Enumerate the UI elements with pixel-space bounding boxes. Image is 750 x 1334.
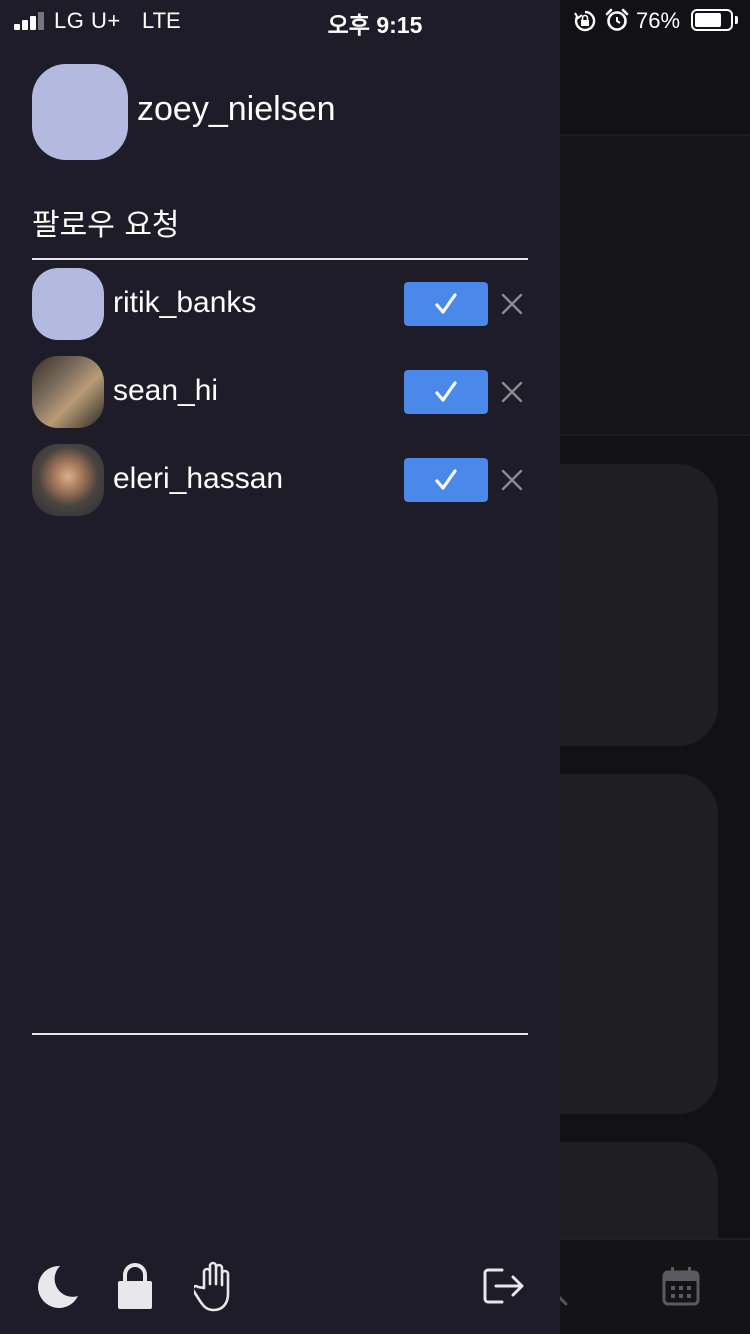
lock-icon[interactable]: [116, 1262, 154, 1310]
divider: [32, 1033, 528, 1035]
follow-request-row: ritik_banks: [0, 268, 560, 356]
battery-percentage: 76%: [636, 8, 681, 33]
alarm-icon: [605, 8, 629, 31]
calendar-icon[interactable]: [662, 1266, 700, 1306]
follow-request-list: ritik_banks sean_hi eleri_hassan: [0, 268, 560, 532]
close-icon[interactable]: [500, 292, 524, 316]
divider: [32, 258, 528, 260]
check-icon: [435, 381, 457, 402]
request-username[interactable]: sean_hi: [113, 374, 218, 408]
follow-request-row: eleri_hassan: [0, 444, 560, 532]
battery-icon: [691, 9, 739, 31]
hand-icon[interactable]: [194, 1260, 238, 1312]
check-icon: [435, 293, 457, 314]
status-bar: LG U+ LTE 오후 9:15 76%: [0, 0, 750, 40]
accept-button[interactable]: [404, 282, 488, 326]
check-icon: [435, 469, 457, 490]
side-drawer: zoey_nielsen 팔로우 요청 ritik_banks sean_hi: [0, 0, 560, 1334]
moon-icon[interactable]: [34, 1264, 80, 1310]
avatar[interactable]: [32, 268, 104, 340]
close-icon[interactable]: [500, 380, 524, 404]
orientation-lock-icon: [574, 10, 596, 32]
logout-icon[interactable]: [482, 1266, 526, 1306]
avatar[interactable]: [32, 356, 104, 428]
follow-requests-title: 팔로우 요청: [32, 208, 180, 243]
background-tabbar: [560, 1238, 750, 1334]
profile-avatar[interactable]: [32, 64, 128, 160]
close-icon[interactable]: [500, 468, 524, 492]
background-section: [560, 136, 750, 436]
follow-request-row: sean_hi: [0, 356, 560, 444]
request-username[interactable]: ritik_banks: [113, 286, 256, 320]
drawer-bottom-bar: [0, 1250, 560, 1334]
profile-username[interactable]: zoey_nielsen: [137, 90, 335, 129]
request-username[interactable]: eleri_hassan: [113, 462, 283, 496]
avatar[interactable]: [32, 444, 104, 516]
accept-button[interactable]: [404, 370, 488, 414]
accept-button[interactable]: [404, 458, 488, 502]
